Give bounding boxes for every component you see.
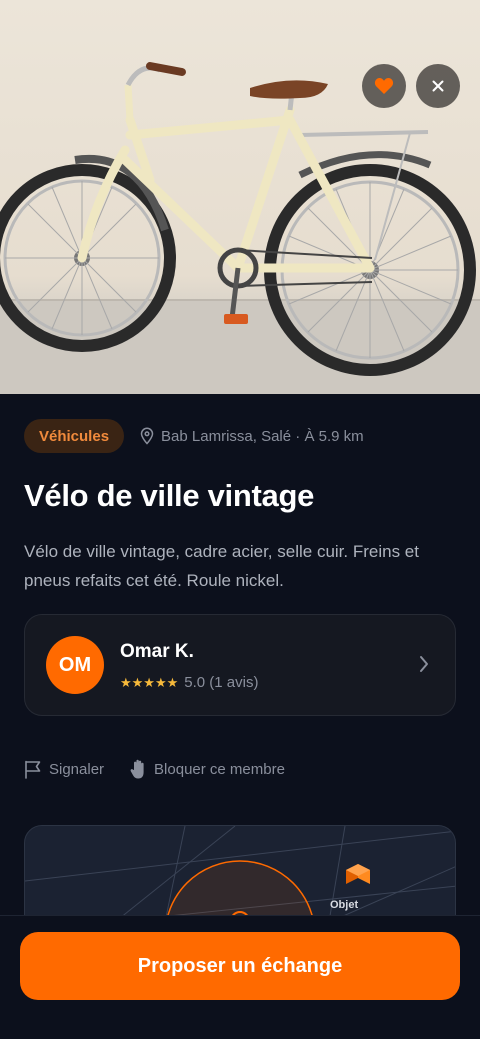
chevron-right-icon — [420, 656, 428, 672]
category-badge[interactable]: Véhicules — [24, 419, 125, 453]
rating-text: 5.0 (1 avis) — [184, 674, 259, 691]
seller-avatar: OM — [46, 636, 104, 694]
seller-name: Omar K. — [120, 641, 194, 662]
close-button[interactable] — [416, 64, 460, 108]
close-icon — [432, 80, 444, 92]
propose-exchange-button[interactable]: Proposer un échange — [20, 932, 460, 1000]
heart-icon — [374, 77, 394, 94]
block-member-button[interactable]: Bloquer ce membre — [130, 759, 285, 780]
listing-title: Vélo de ville vintage — [24, 478, 315, 513]
block-label: Bloquer ce membre — [154, 761, 285, 778]
report-button[interactable]: Signaler — [24, 760, 104, 779]
seller-rating: ★★★★★ 5.0 (1 avis) — [120, 674, 258, 691]
favorite-button[interactable] — [362, 64, 406, 108]
location-text: Bab Lamrissa, Salé · À 5.9 km — [161, 427, 364, 445]
moderation-actions: Signaler Bloquer ce membre — [24, 759, 285, 780]
bicycle-image — [0, 62, 480, 394]
listing-meta: Véhicules Bab Lamrissa, Salé · À 5.9 km — [24, 419, 364, 453]
listing-photo[interactable] — [0, 0, 480, 394]
location: Bab Lamrissa, Salé · À 5.9 km — [140, 427, 364, 445]
box-icon — [346, 864, 370, 884]
map-object-label: Objet — [330, 899, 359, 911]
hand-icon — [130, 759, 147, 780]
listing-description: Vélo de ville vintage, cadre acier, sell… — [24, 542, 419, 590]
bottom-action-bar: Proposer un échange — [0, 915, 480, 1039]
seller-card[interactable]: OM Omar K. ★★★★★ 5.0 (1 avis) — [24, 614, 456, 716]
location-pin-icon — [140, 427, 154, 445]
report-label: Signaler — [49, 761, 105, 778]
flag-icon — [24, 760, 42, 779]
rating-stars: ★★★★★ — [120, 674, 179, 690]
